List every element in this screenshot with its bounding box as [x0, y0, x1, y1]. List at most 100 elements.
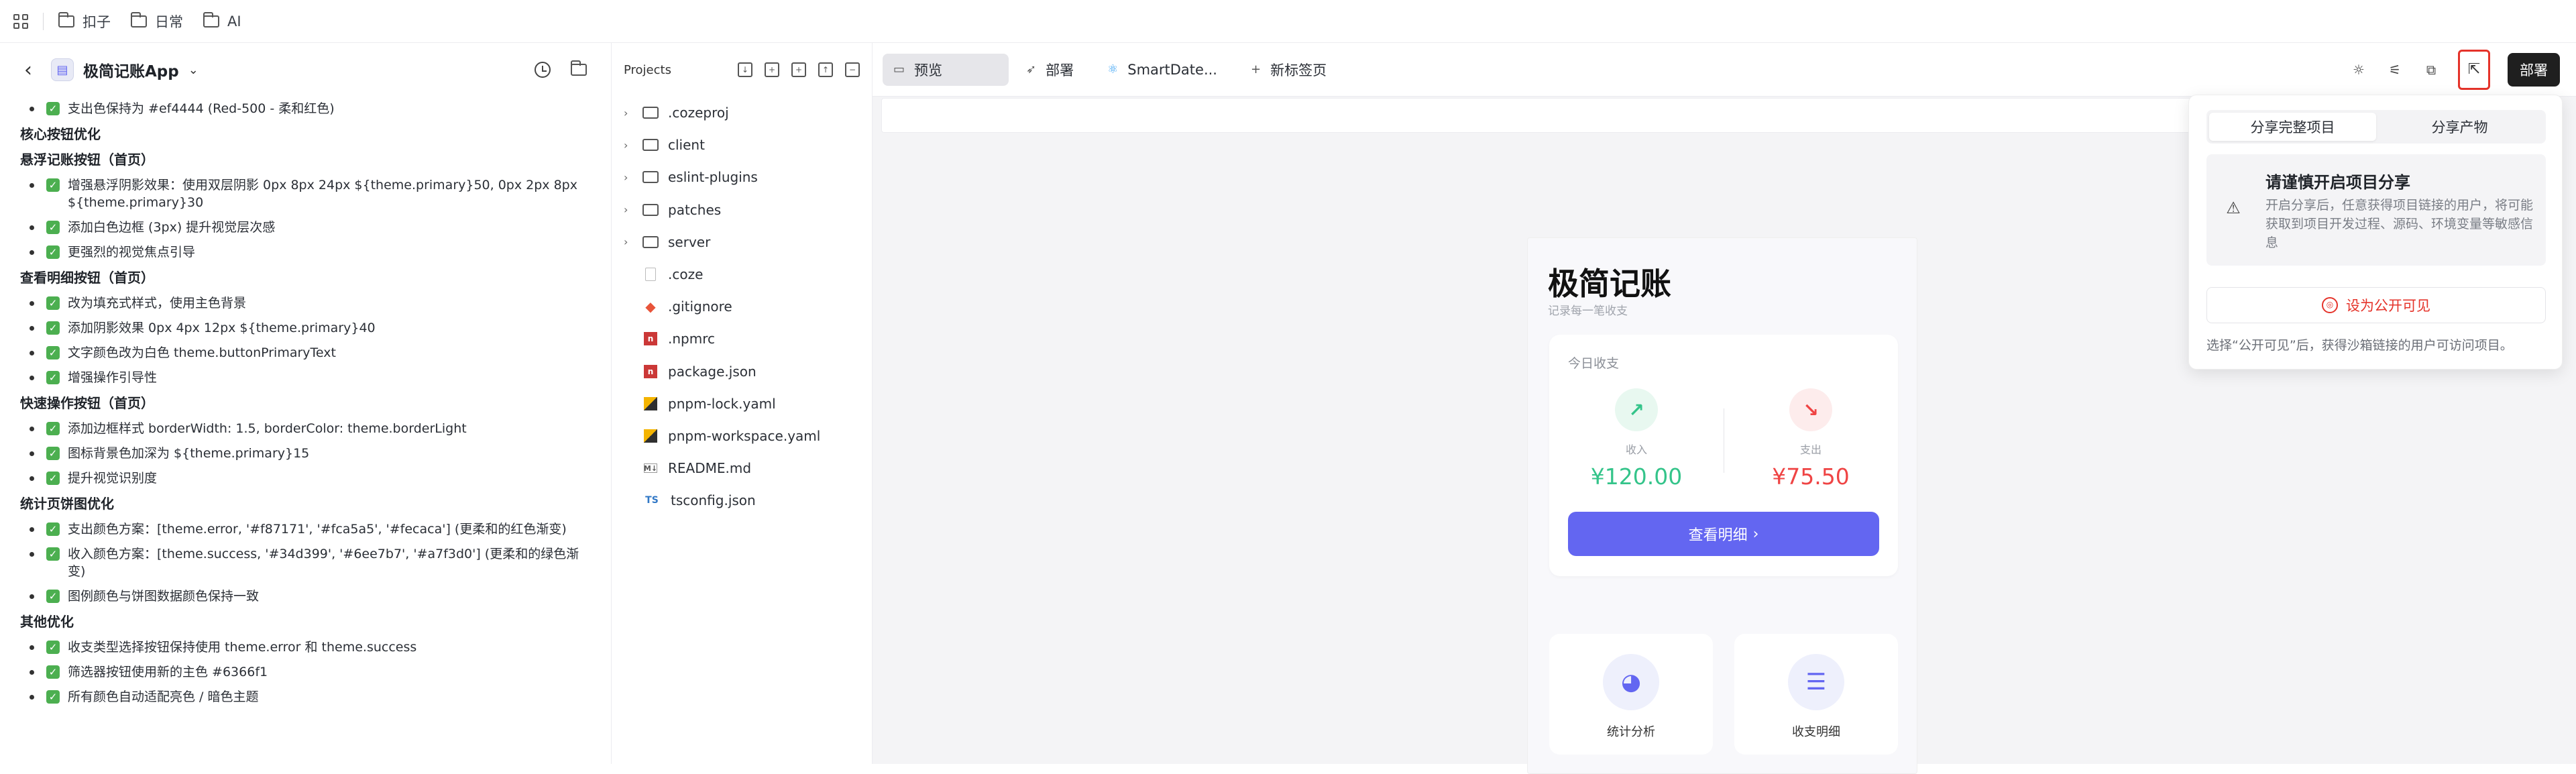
chat-message: ✓ 支出色保持为 #ef4444 (Red-500 - 柔和红色) 核心按钮优化 …: [0, 100, 611, 706]
settings-sliders-icon[interactable]: ⚟: [2386, 60, 2404, 79]
section-title: 悬浮记账按钮（首页）: [20, 152, 154, 168]
app-name[interactable]: 极简记账App: [83, 58, 179, 81]
copy-icon[interactable]: ⧉: [2422, 60, 2441, 79]
checkmark-icon: ✓: [46, 296, 60, 310]
warning-title: 请谨慎开启项目分享: [2265, 173, 2410, 192]
list-shortcut[interactable]: ☰ 收支明细: [1734, 634, 1898, 755]
folder-icon[interactable]: [571, 60, 587, 76]
preview-address-bar[interactable]: [881, 98, 2223, 133]
new-file-icon[interactable]: +: [765, 62, 779, 77]
tab-bar: ▭ 预览 ➶ 部署 ⚛ SmartDate... + 新标签页 ☼ ⚟ ⧉ ⇱ 部署: [873, 43, 2576, 97]
tree-item-package-json[interactable]: n package.json: [612, 355, 872, 388]
folder-icon: [58, 11, 74, 27]
external-link-icon: ⇱: [2467, 61, 2481, 78]
share-note: 选择“公开可见”后，获得沙箱链接的用户可访问项目。: [2206, 338, 2513, 353]
tab-share-project[interactable]: 分享完整项目: [2209, 113, 2376, 141]
pie-chart-icon: ◕: [1603, 654, 1659, 710]
markdown-icon: M↓: [643, 463, 658, 474]
breadcrumb-item-3[interactable]: AI: [203, 11, 241, 30]
npm-icon: n: [644, 364, 657, 378]
list-item: ✓ 图标背景色加深为 ${theme.primary}15: [20, 445, 591, 462]
trend-down-icon: ↘: [1789, 388, 1832, 431]
section-title: 统计页饼图优化: [20, 496, 114, 512]
tree-item-label: tsconfig.json: [671, 492, 756, 509]
item-text: 图例颜色与饼图数据颜色保持一致: [68, 589, 260, 604]
item-text: 添加阴影效果 0px 4px 12px ${theme.primary}40: [68, 321, 376, 335]
breadcrumb-item-2[interactable]: 日常: [131, 11, 183, 32]
download-icon[interactable]: ↓: [738, 62, 752, 77]
new-folder-icon[interactable]: +: [791, 62, 806, 77]
today-label: 今日收支: [1568, 356, 1620, 371]
tree-item-label: pnpm-lock.yaml: [668, 395, 776, 412]
list-item: ✓ 添加白色边框 (3px) 提升视觉层次感: [20, 219, 591, 236]
tree-item-eslint-plugins[interactable]: › eslint-plugins: [612, 161, 872, 193]
make-public-button[interactable]: ◎ 设为公开可见: [2206, 287, 2546, 323]
tree-item-npmrc[interactable]: n .npmrc: [612, 323, 872, 355]
checkmark-icon: ✓: [46, 472, 60, 485]
checkmark-icon: ✓: [46, 178, 60, 192]
list-item: ✓ 添加边框样式 borderWidth: 1.5, borderColor: t…: [20, 420, 591, 437]
tree-item-server[interactable]: › server: [612, 226, 872, 258]
tree-item-pnpm-lock[interactable]: pnpm-lock.yaml: [612, 388, 872, 420]
npm-icon: n: [644, 332, 657, 346]
item-text: 收支类型选择按钮保持使用 theme.error 和 theme.success: [68, 640, 417, 655]
chevron-down-icon[interactable]: ⌄: [188, 63, 199, 77]
tab-share-artifact[interactable]: 分享产物: [2376, 113, 2543, 141]
file-tree-panel: Projects ↓ + + ↑ − › .cozeproj › client › e…: [612, 43, 873, 764]
checkmark-icon: ✓: [46, 371, 60, 384]
back-arrow-icon[interactable]: ‹: [24, 58, 32, 82]
share-mode-switch: 分享完整项目 分享产物: [2206, 110, 2546, 144]
upload-file-icon[interactable]: ↑: [818, 62, 833, 77]
view-details-button[interactable]: 查看明细 ›: [1568, 512, 1879, 556]
list-item: ✓ 增强操作引导性: [20, 369, 591, 386]
checkmark-icon: ✓: [46, 221, 60, 234]
item-text: 提升视觉识别度: [68, 471, 158, 486]
chat-panel: ‹ ▤ 极简记账App ⌄ ✓ 支出色保持为 #ef4444 (Red-500 -…: [0, 43, 612, 764]
tree-item-label: .coze: [668, 266, 704, 283]
collapse-all-icon[interactable]: −: [845, 62, 860, 77]
tree-item-pnpm-workspace[interactable]: pnpm-workspace.yaml: [612, 420, 872, 452]
income-label: 收入: [1625, 443, 1647, 456]
stats-shortcut[interactable]: ◕ 统计分析: [1549, 634, 1713, 755]
bullet: [30, 476, 34, 481]
chevron-right-icon[interactable]: ›: [624, 171, 634, 184]
tab-deploy[interactable]: ➶ 部署: [1015, 54, 1090, 86]
item-text: 图标背景色加深为 ${theme.primary}15: [68, 446, 310, 461]
tab-smartdate[interactable]: ⚛ SmartDate...: [1097, 54, 1233, 86]
list-item: ✓ 筛选器按钮使用新的主色 #6366f1: [20, 663, 591, 681]
checkmark-icon: ✓: [46, 422, 60, 435]
checkmark-icon: ✓: [46, 522, 60, 536]
tree-item-coze[interactable]: .coze: [612, 258, 872, 290]
breadcrumb-item-1[interactable]: 扣子: [58, 11, 111, 32]
apps-grid-icon[interactable]: [13, 13, 28, 29]
folder-icon: [642, 235, 659, 248]
folder-icon: [131, 11, 147, 27]
chevron-right-icon[interactable]: ›: [624, 107, 634, 119]
tree-item-client[interactable]: › client: [612, 129, 872, 161]
deploy-button[interactable]: 部署: [2508, 52, 2560, 87]
chevron-right-icon[interactable]: ›: [624, 235, 634, 248]
tab-label: SmartDate...: [1127, 61, 1217, 78]
tab-new[interactable]: + 新标签页: [1240, 54, 1343, 86]
tree-item-gitignore[interactable]: ◆ .gitignore: [612, 290, 872, 323]
tree-item-cozeproj[interactable]: › .cozeproj: [612, 97, 872, 129]
theme-toggle-icon[interactable]: ☼: [2349, 60, 2368, 79]
folder-icon: [642, 171, 659, 184]
tree-item-readme[interactable]: M↓ README.md: [612, 452, 872, 484]
chat-header: ‹ ▤ 极简记账App ⌄: [0, 43, 611, 97]
chevron-right-icon[interactable]: ›: [624, 139, 634, 152]
share-button[interactable]: ⇱: [2458, 49, 2490, 90]
bullet: [30, 695, 34, 700]
warning-box: ⚠ 请谨慎开启项目分享 开启分享后，任意获得项目链接的用户，将可能获取到项目开发…: [2206, 154, 2546, 266]
chevron-right-icon[interactable]: ›: [624, 203, 634, 216]
top-bar: 扣子 日常 AI: [0, 0, 2576, 43]
tree-item-label: client: [668, 137, 705, 154]
tab-preview[interactable]: ▭ 预览: [883, 53, 1009, 86]
list-item: ✓ 更强烈的视觉焦点引导: [20, 243, 591, 261]
history-icon[interactable]: [535, 62, 551, 78]
tree-item-label: server: [668, 233, 711, 250]
tree-item-patches[interactable]: › patches: [612, 194, 872, 226]
tree-item-tsconfig[interactable]: TS tsconfig.json: [612, 484, 872, 516]
list-item: ✓ 提升视觉识别度: [20, 469, 591, 487]
plus-icon: +: [1250, 62, 1262, 76]
